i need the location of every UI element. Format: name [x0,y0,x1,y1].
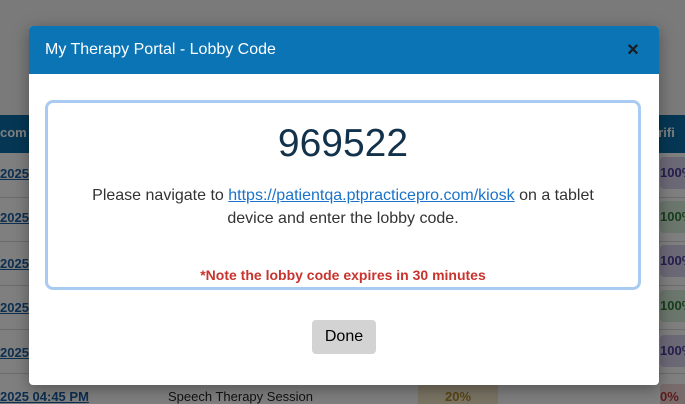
kiosk-link[interactable]: https://patientqa.ptpracticepro.com/kios… [228,187,514,204]
expiry-note: *Note the lobby code expires in 30 minut… [200,267,486,283]
modal-title: My Therapy Portal - Lobby Code [45,41,276,58]
lobby-code-card: 969522 Please navigate to https://patien… [45,100,641,290]
modal-header: My Therapy Portal - Lobby Code × [29,26,659,74]
lobby-code: 969522 [277,122,409,165]
instruction-before: Please navigate to [92,187,224,204]
instruction-text: Please navigate to https://patientqa.ptp… [68,184,618,230]
done-button[interactable]: Done [312,320,376,354]
close-icon[interactable]: × [623,40,643,60]
lobby-code-modal: My Therapy Portal - Lobby Code × 969522 … [29,26,659,385]
